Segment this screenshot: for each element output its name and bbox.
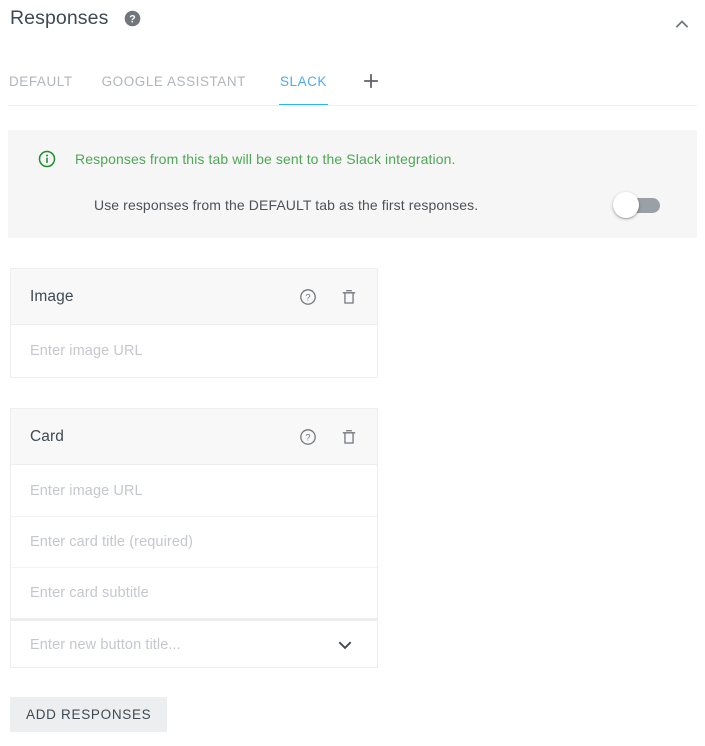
tabs-divider [8,105,697,106]
trash-icon[interactable] [339,287,359,307]
use-default-responses-toggle[interactable] [612,191,664,219]
use-default-responses-label: Use responses from the DEFAULT tab as th… [94,196,478,214]
expand-button-options[interactable] [333,633,357,657]
response-card-title: Image [30,288,298,306]
card-subtitle-input[interactable] [30,585,361,601]
chevron-down-icon [335,635,355,655]
response-card-actions: ? [298,427,359,447]
tabs-strip: DEFAULT GOOGLE ASSISTANT SLACK [8,72,697,106]
panel-header-left: Responses ? [10,7,141,29]
svg-text:?: ? [130,13,136,25]
trash-icon[interactable] [339,427,359,447]
image-url-input[interactable] [30,343,361,359]
tab-slack[interactable]: SLACK [280,72,327,104]
card-button-title-field[interactable] [11,618,377,669]
card-button-title-input[interactable] [30,637,333,653]
help-outline-icon[interactable]: ? [298,287,318,307]
response-card-card: Card ? [10,408,378,668]
integration-info-banner: Responses from this tab will be sent to … [8,130,697,238]
card-subtitle-field[interactable] [11,567,377,618]
toggle-knob [613,192,639,218]
response-card-actions: ? [298,287,359,307]
tab-default[interactable]: DEFAULT [9,72,73,104]
banner-message: Responses from this tab will be sent to … [75,150,456,168]
add-responses-button[interactable]: ADD RESPONSES [10,697,167,732]
responses-panel-header: Responses ? [0,0,705,58]
help-icon[interactable]: ? [124,10,141,27]
card-title-field[interactable] [11,516,377,567]
plus-icon [362,72,380,90]
card-image-url-input[interactable] [30,483,361,499]
response-card-header: Card ? [11,409,377,465]
svg-text:?: ? [305,292,310,302]
response-tabs: DEFAULT GOOGLE ASSISTANT SLACK [8,72,697,110]
card-image-url-field[interactable] [11,465,377,516]
svg-text:?: ? [305,432,310,442]
card-title-input[interactable] [30,534,361,550]
collapse-panel-button[interactable] [667,10,697,38]
page-title: Responses [10,7,108,29]
add-tab-button[interactable] [360,70,382,92]
response-card-header: Image ? [11,269,377,325]
help-outline-icon[interactable]: ? [298,427,318,447]
response-card-image: Image ? [10,268,378,378]
info-icon [38,150,56,168]
image-url-field[interactable] [11,325,377,376]
tab-google-assistant[interactable]: GOOGLE ASSISTANT [102,72,246,104]
response-card-title: Card [30,428,298,446]
chevron-up-icon [672,14,692,34]
banner-message-row: Responses from this tab will be sent to … [38,150,456,168]
